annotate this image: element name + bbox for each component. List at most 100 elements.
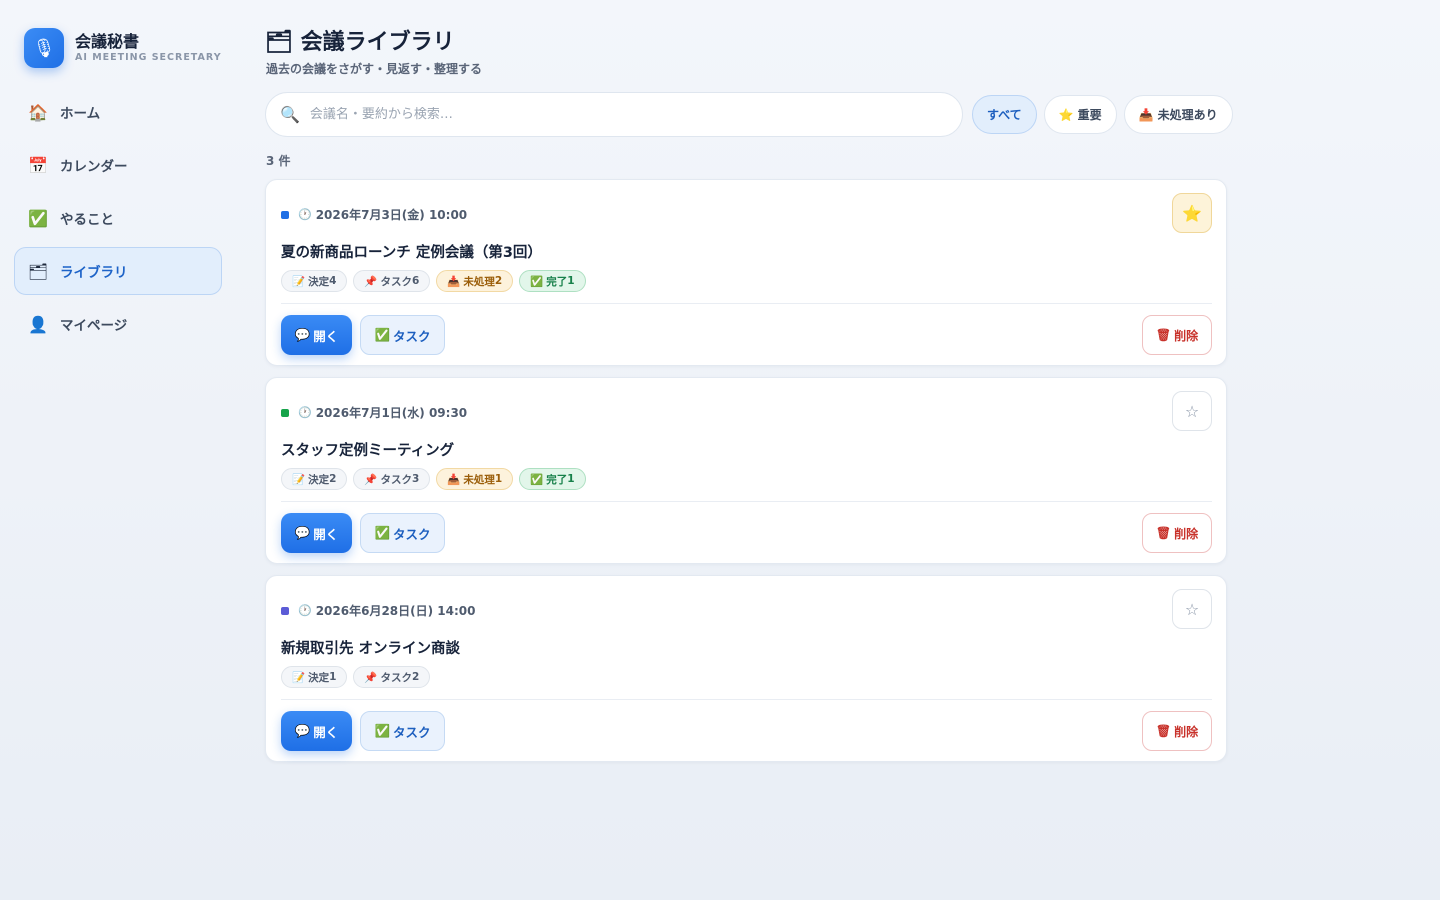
memo-icon: 📝: [292, 473, 306, 486]
filter-pending-chip[interactable]: 📥 未処理あり: [1123, 95, 1233, 134]
badge-value: 2: [411, 671, 420, 683]
card-divider: [281, 303, 1212, 304]
task-button[interactable]: ✅ タスク: [360, 513, 445, 553]
meeting-card[interactable]: 🕐 2026年7月1日(水) 09:30 スタッフ定例ミーティング 📝 決定 2 📌 タスク…: [265, 377, 1227, 564]
badge-value: 2: [329, 473, 337, 485]
speech-bubble-icon: 💬: [294, 327, 311, 342]
brand-title: 会議秘書: [75, 32, 140, 51]
sidebar-item-user[interactable]: 👤 マイページ: [14, 300, 222, 348]
badge-label: 未処理: [463, 473, 495, 486]
meeting-card[interactable]: 🕐 2026年6月28日(日) 14:00 新規取引先 オンライン商談 📝 決定 1 📌 タ…: [265, 575, 1227, 762]
badge-tasks: 📌 タスク 2: [353, 666, 431, 688]
check-icon: ✅: [374, 723, 391, 738]
delete-button[interactable]: 🗑 削除: [1142, 513, 1212, 553]
sidebar-item-label: やること: [60, 212, 114, 228]
pin-icon: 📌: [364, 473, 378, 486]
delete-button-label: 削除: [1174, 526, 1199, 541]
task-button[interactable]: ✅ タスク: [360, 711, 445, 751]
delete-button[interactable]: 🗑 削除: [1142, 315, 1212, 355]
star-icon: ⭐: [1058, 107, 1074, 122]
sidebar-item-label: マイページ: [60, 318, 128, 334]
check-icon: ✅: [374, 327, 391, 342]
meeting-date: 🕐 2026年6月28日(日) 14:00: [281, 602, 476, 619]
microphone-icon: 🎙: [24, 28, 64, 68]
clock-icon: 🕐: [298, 208, 312, 221]
check-icon: ✅: [530, 275, 544, 288]
inbox-icon: 📥: [447, 275, 461, 288]
card-divider: [281, 501, 1212, 502]
delete-button-label: 削除: [1174, 724, 1199, 739]
sidebar-item-check[interactable]: ✅ やること: [14, 194, 222, 242]
badge-tasks: 📌 タスク 6: [353, 270, 431, 292]
meeting-date-text: 2026年7月3日(金) 10:00: [315, 208, 468, 222]
meeting-date-text: 2026年7月1日(水) 09:30: [315, 406, 468, 420]
badge-label: 完了: [546, 275, 568, 288]
filter-important-chip[interactable]: ⭐ 重要: [1043, 95, 1117, 134]
inbox-icon: 📥: [447, 473, 461, 486]
delete-button[interactable]: 🗑 削除: [1142, 711, 1212, 751]
badge-pending: 📥 未処理 2: [436, 270, 514, 292]
meeting-list: 🕐 2026年7月3日(金) 10:00 夏の新商品ローンチ 定例会議（第3回） 📝 決…: [265, 179, 1227, 773]
meeting-title: スタッフ定例ミーティング: [281, 443, 455, 459]
memo-icon: 📝: [292, 275, 306, 288]
trash-icon: 🗑: [1155, 328, 1172, 342]
badge-label: 決定: [308, 473, 330, 486]
badge-decisions: 📝 決定 2: [281, 468, 348, 490]
sidebar-item-calendar[interactable]: 📅 カレンダー: [14, 141, 222, 189]
brand-subtitle: AI MEETING SECRETARY: [75, 52, 222, 63]
meeting-date: 🕐 2026年7月3日(金) 10:00: [281, 206, 467, 223]
open-button-label: 開く: [313, 526, 339, 542]
clock-icon: 🕐: [298, 406, 312, 419]
trash-icon: 🗑: [1155, 526, 1172, 540]
pin-icon: 📌: [364, 671, 378, 684]
card-divider: [281, 699, 1212, 700]
check-icon: ✅: [530, 473, 544, 486]
sidebar-item-folder[interactable]: 🗂 ライブラリ: [14, 247, 222, 295]
sidebar: 🎙 会議秘書 AI MEETING SECRETARY 🏠 ホーム 📅 カレンダー ✅ や…: [0, 0, 236, 900]
badge-tasks: 📌 タスク 3: [353, 468, 431, 490]
badge-value: 1: [567, 473, 575, 485]
search-bar[interactable]: 🔍: [265, 92, 963, 137]
brand-text: 会議秘書 AI MEETING SECRETARY: [75, 32, 222, 64]
filter-chip-label: 重要: [1077, 108, 1102, 122]
sidebar-item-label: カレンダー: [60, 159, 128, 175]
check-icon: ✅: [28, 208, 48, 228]
open-button[interactable]: 💬 開く: [281, 711, 352, 751]
task-button[interactable]: ✅ タスク: [360, 315, 445, 355]
badge-label: 決定: [308, 671, 330, 684]
badge-value: 2: [494, 275, 503, 287]
meeting-title: 夏の新商品ローンチ 定例会議（第3回）: [281, 245, 542, 261]
star-icon[interactable]: ☆: [1172, 391, 1212, 431]
page-subtitle: 過去の会議をさがす・見返す・整理する: [266, 62, 483, 76]
star-icon[interactable]: ☆: [1172, 589, 1212, 629]
star-icon[interactable]: ⭐: [1172, 193, 1212, 233]
filter-chip-label: 未処理あり: [1157, 108, 1218, 122]
task-button-label: タスク: [393, 526, 431, 542]
meeting-badges: 📝 決定 2 📌 タスク 3 📥 未処理 1 ✅ 完了 1: [281, 468, 586, 490]
brand[interactable]: 🎙 会議秘書 AI MEETING SECRETARY: [24, 28, 222, 68]
meeting-title: 新規取引先 オンライン商談: [281, 641, 461, 657]
pin-icon: 📌: [364, 275, 378, 288]
sidebar-item-home[interactable]: 🏠 ホーム: [14, 88, 222, 136]
meeting-badges: 📝 決定 4 📌 タスク 6 📥 未処理 2 ✅ 完了 1: [281, 270, 586, 292]
badge-value: 1: [329, 671, 337, 683]
badge-decisions: 📝 決定 1: [281, 666, 348, 688]
meeting-date-text: 2026年6月28日(日) 14:00: [315, 604, 476, 618]
filter-all-chip[interactable]: すべて: [972, 95, 1037, 134]
badge-decisions: 📝 決定 4: [281, 270, 348, 292]
open-button[interactable]: 💬 開く: [281, 315, 352, 355]
filter-chip-label: すべて: [987, 108, 1022, 122]
search-icon: 🔍: [280, 105, 300, 124]
open-button[interactable]: 💬 開く: [281, 513, 352, 553]
badge-done: ✅ 完了 1: [519, 270, 586, 292]
page-title: 🗂 会議ライブラリ: [265, 30, 455, 55]
badge-label: 完了: [546, 473, 568, 486]
search-input[interactable]: [309, 107, 910, 122]
trash-icon: 🗑: [1155, 724, 1172, 738]
meeting-card[interactable]: 🕐 2026年7月3日(金) 10:00 夏の新商品ローンチ 定例会議（第3回） 📝 決…: [265, 179, 1227, 366]
inbox-icon: 📥: [1138, 107, 1154, 122]
meeting-color-dot: [281, 408, 289, 417]
badge-value: 6: [411, 275, 420, 287]
home-icon: 🏠: [28, 102, 48, 122]
badge-label: 未処理: [463, 275, 495, 288]
